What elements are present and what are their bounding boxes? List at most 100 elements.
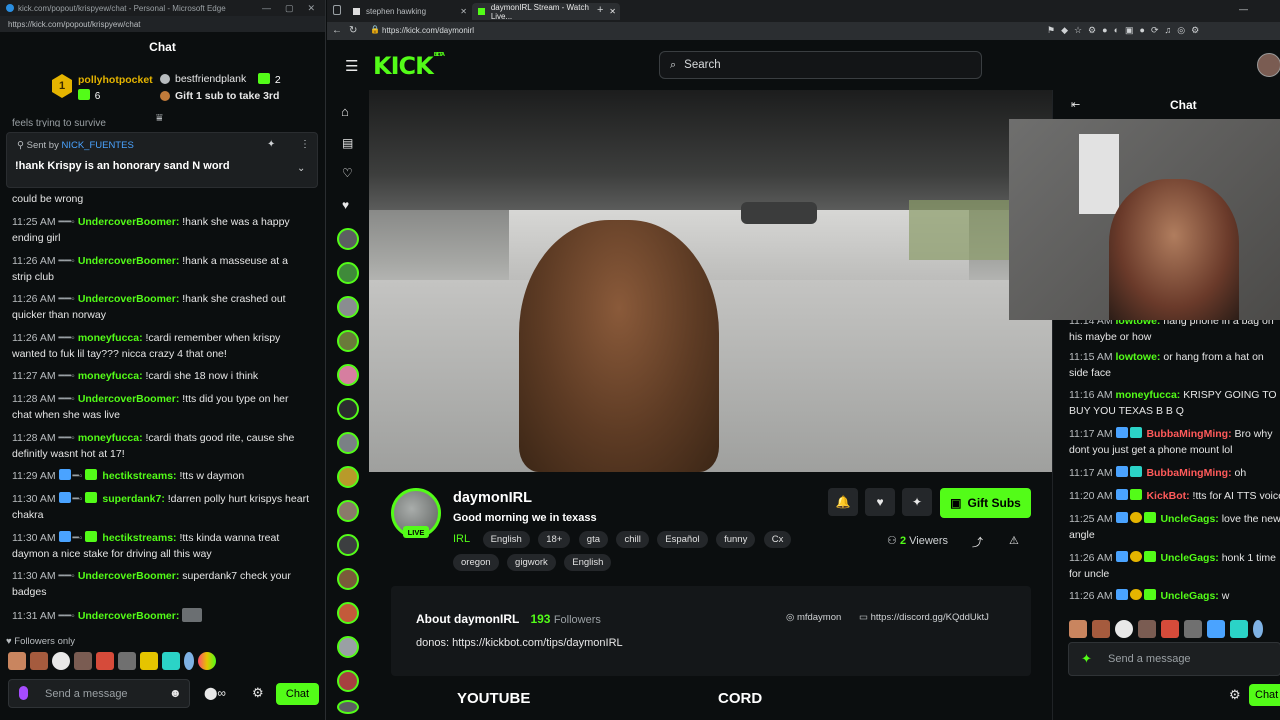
left-url-bar[interactable]: https://kick.com/popout/krispyew/chat bbox=[0, 16, 325, 32]
tab-stephen-hawking[interactable]: stephen hawking ✕ bbox=[347, 3, 471, 20]
chat-username[interactable]: KickBot: bbox=[1146, 490, 1189, 502]
channel-avatar[interactable] bbox=[337, 602, 359, 624]
channel-avatar[interactable] bbox=[337, 262, 359, 284]
panel-youtube[interactable]: YOUTUBE bbox=[457, 690, 530, 707]
video-player[interactable] bbox=[369, 90, 1052, 472]
gear-icon[interactable]: ⚙ bbox=[1229, 687, 1241, 703]
chat-username[interactable]: hectikstreams: bbox=[102, 470, 176, 482]
boost-button[interactable]: ✦ bbox=[902, 488, 932, 516]
emote-icon[interactable] bbox=[74, 652, 92, 670]
channel-avatar[interactable] bbox=[337, 398, 359, 420]
gift-subs-button[interactable]: ▣ Gift Subs bbox=[940, 488, 1031, 518]
user-avatar[interactable] bbox=[1257, 53, 1280, 77]
send-message-input[interactable]: Send a message ☻ bbox=[8, 679, 190, 708]
tag-chip[interactable]: Cx bbox=[763, 531, 792, 548]
gifter-2-name[interactable]: bestfriendplank bbox=[175, 73, 246, 85]
chat-tools-icon[interactable]: ⬤∞ bbox=[204, 686, 226, 700]
chat-username[interactable]: UndercoverBoomer: bbox=[78, 610, 180, 622]
refresh-icon[interactable]: ↻ bbox=[349, 25, 357, 36]
emote-icon[interactable] bbox=[198, 652, 216, 670]
emote-icon[interactable] bbox=[184, 652, 194, 670]
chat-username[interactable]: BubbaMingMing: bbox=[1146, 428, 1231, 440]
tab-close-icon[interactable]: ✕ bbox=[460, 7, 467, 16]
tag-chip[interactable]: English bbox=[482, 531, 530, 548]
emote-icon[interactable] bbox=[140, 652, 158, 670]
tag-chip[interactable]: chill bbox=[616, 531, 649, 548]
tag-chip[interactable]: oregon bbox=[453, 554, 499, 571]
emote-icon[interactable] bbox=[1092, 620, 1110, 638]
chat-username[interactable]: UncleGags: bbox=[1160, 590, 1218, 602]
collapse-handle-icon[interactable]: ⩸ bbox=[156, 112, 163, 125]
favorites-icon[interactable]: ♥ bbox=[342, 198, 349, 212]
search-input[interactable]: ⌕ Search bbox=[659, 51, 982, 79]
emoji-icon[interactable]: ☻ bbox=[169, 686, 182, 700]
emote-icon[interactable] bbox=[1138, 620, 1156, 638]
browse-icon[interactable]: ▤ bbox=[342, 136, 353, 150]
channel-avatar[interactable] bbox=[337, 670, 359, 692]
discord-link[interactable]: ▭ https://discord.gg/KQddUktJ bbox=[859, 612, 989, 623]
collapse-chat-icon[interactable]: ⇤ bbox=[1071, 98, 1080, 111]
microphone-icon[interactable] bbox=[19, 686, 28, 700]
chat-username[interactable]: UncleGags: bbox=[1160, 552, 1218, 564]
instagram-link[interactable]: ◎ mfdaymon bbox=[786, 612, 841, 623]
gifter-1-name[interactable]: pollyhotpocket bbox=[78, 74, 153, 86]
back-icon[interactable]: ← bbox=[332, 25, 342, 36]
unpin-icon[interactable]: ✦ bbox=[267, 139, 275, 150]
tag-chip[interactable]: gta bbox=[578, 531, 608, 548]
category-link[interactable]: IRL bbox=[453, 533, 470, 545]
tag-chip[interactable]: 18+ bbox=[538, 531, 571, 548]
emote-icon[interactable] bbox=[8, 652, 26, 670]
emote-icon[interactable] bbox=[1115, 620, 1133, 638]
pinned-message[interactable]: ⚲ Sent by NICK_FUENTES !hank Krispy is a… bbox=[6, 132, 318, 188]
emote-icon[interactable] bbox=[1207, 620, 1225, 638]
emote-icon[interactable] bbox=[1253, 620, 1263, 638]
tag-chip[interactable]: Español bbox=[657, 531, 708, 548]
emote-icon[interactable] bbox=[118, 652, 136, 670]
following-icon[interactable]: ♡ bbox=[342, 166, 353, 180]
report-icon[interactable]: ⚠ bbox=[1009, 534, 1019, 547]
side-send-chat-button[interactable]: Chat bbox=[1249, 684, 1280, 706]
maximize-icon[interactable]: ▢ bbox=[285, 3, 294, 14]
share-icon[interactable]: ⤴ bbox=[972, 534, 983, 550]
emote-icon[interactable] bbox=[30, 652, 48, 670]
channel-avatar[interactable] bbox=[337, 330, 359, 352]
hamburger-menu-icon[interactable]: ☰ bbox=[345, 57, 358, 75]
chat-username[interactable]: moneyfucca: bbox=[78, 432, 143, 444]
panel-cord[interactable]: CORD bbox=[718, 690, 762, 707]
gift-prompt[interactable]: Gift 1 sub to take 3rd bbox=[175, 90, 279, 102]
notification-bell-button[interactable]: 🔔 bbox=[828, 488, 858, 516]
send-chat-button[interactable]: Chat bbox=[276, 683, 319, 705]
channel-avatar[interactable] bbox=[337, 466, 359, 488]
chat-username[interactable]: UndercoverBoomer: bbox=[78, 255, 180, 267]
follow-button[interactable]: ♥ bbox=[865, 488, 895, 516]
chat-username[interactable]: BubbaMingMing: bbox=[1146, 467, 1231, 479]
tag-chip[interactable]: English bbox=[564, 554, 612, 571]
emote-icon[interactable] bbox=[162, 652, 180, 670]
kick-logo[interactable]: KICKBETA bbox=[373, 52, 445, 80]
emote-icon[interactable] bbox=[96, 652, 114, 670]
tab-close-icon[interactable]: ✕ bbox=[609, 7, 616, 16]
chat-username[interactable]: hectikstreams: bbox=[102, 532, 176, 544]
address-bar[interactable]: https://kick.com/daymonirl bbox=[382, 26, 474, 35]
chat-username[interactable]: UncleGags: bbox=[1160, 513, 1218, 525]
channel-name[interactable]: daymonIRL bbox=[453, 490, 532, 506]
more-options-icon[interactable]: ⋮ bbox=[300, 139, 310, 150]
close-icon[interactable]: ✕ bbox=[307, 3, 315, 14]
channel-avatar[interactable] bbox=[337, 228, 359, 250]
chat-username[interactable]: superdank7: bbox=[102, 493, 164, 505]
chat-username[interactable]: moneyfucca: bbox=[78, 332, 143, 344]
chat-username[interactable]: UndercoverBoomer: bbox=[78, 570, 180, 582]
chat-username[interactable]: UndercoverBoomer: bbox=[78, 216, 180, 228]
emote-icon[interactable] bbox=[52, 652, 70, 670]
channel-avatar[interactable] bbox=[337, 432, 359, 454]
channel-avatar[interactable] bbox=[337, 364, 359, 386]
minimize-icon[interactable]: — bbox=[262, 3, 271, 14]
tag-chip[interactable]: gigwork bbox=[507, 554, 556, 571]
gear-icon[interactable]: ⚙ bbox=[252, 685, 264, 701]
emote-icon[interactable] bbox=[1184, 620, 1202, 638]
chat-username[interactable]: UndercoverBoomer: bbox=[78, 393, 180, 405]
channel-avatar[interactable] bbox=[337, 568, 359, 590]
channel-avatar[interactable] bbox=[337, 700, 359, 714]
pinned-sender[interactable]: NICK_FUENTES bbox=[61, 140, 133, 151]
chat-username[interactable]: moneyfucca: bbox=[1116, 389, 1181, 401]
